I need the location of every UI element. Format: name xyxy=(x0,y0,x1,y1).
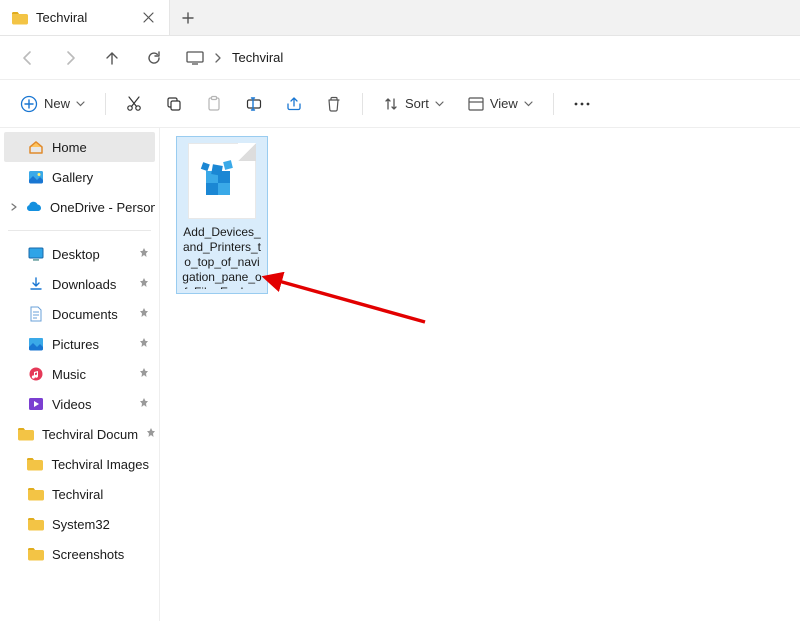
pin-icon xyxy=(139,248,149,260)
rename-button[interactable] xyxy=(236,87,272,121)
new-tab-button[interactable] xyxy=(170,0,206,35)
items-view[interactable]: Add_Devices_and_Printers_to_top_of_navig… xyxy=(160,128,800,621)
pc-icon xyxy=(186,51,204,65)
sidebar-item-label: Techviral Docum xyxy=(42,427,138,442)
separator xyxy=(553,93,554,115)
share-button[interactable] xyxy=(276,87,312,121)
chevron-right-icon[interactable] xyxy=(10,203,18,211)
onedrive-icon xyxy=(26,199,42,215)
sidebar-item-system32[interactable]: System32 xyxy=(4,509,155,539)
chevron-down-icon xyxy=(435,101,444,107)
sidebar-item-label: Music xyxy=(52,367,86,382)
tab-bar: Techviral xyxy=(0,0,800,36)
close-icon[interactable] xyxy=(139,9,157,27)
view-label: View xyxy=(490,96,518,111)
sidebar-item-videos[interactable]: Videos xyxy=(4,389,155,419)
music-icon xyxy=(28,366,44,382)
chevron-down-icon xyxy=(76,101,85,107)
annotation-arrow xyxy=(260,272,440,332)
back-button[interactable] xyxy=(12,42,44,74)
copy-button[interactable] xyxy=(156,87,192,121)
pin-icon xyxy=(139,338,149,350)
file-item-registry[interactable]: Add_Devices_and_Printers_to_top_of_navig… xyxy=(176,136,268,294)
sidebar-item-techviral-images[interactable]: Techviral Images xyxy=(4,449,155,479)
sidebar-item-techviral[interactable]: Techviral xyxy=(4,479,155,509)
separator xyxy=(362,93,363,115)
pin-icon xyxy=(139,308,149,320)
sidebar-item-label: Gallery xyxy=(52,170,93,185)
sidebar-item-pictures[interactable]: Pictures xyxy=(4,329,155,359)
paste-button[interactable] xyxy=(196,87,232,121)
pin-icon xyxy=(139,278,149,290)
sidebar-item-onedrive[interactable]: OneDrive - Persona xyxy=(4,192,155,222)
sidebar-item-desktop[interactable]: Desktop xyxy=(4,239,155,269)
sidebar-item-label: Documents xyxy=(52,307,118,322)
command-bar: New Sort View xyxy=(0,80,800,128)
downloads-icon xyxy=(28,276,44,292)
folder-icon xyxy=(28,546,44,562)
address-bar: Techviral xyxy=(0,36,800,80)
sidebar-item-label: Desktop xyxy=(52,247,100,262)
sidebar-item-music[interactable]: Music xyxy=(4,359,155,389)
tab-active[interactable]: Techviral xyxy=(0,0,170,35)
sidebar-item-label: Videos xyxy=(52,397,92,412)
tab-title: Techviral xyxy=(36,10,131,25)
forward-button[interactable] xyxy=(54,42,86,74)
sidebar-item-label: Downloads xyxy=(52,277,116,292)
folder-icon xyxy=(18,426,34,442)
desktop-icon xyxy=(28,246,44,262)
folder-icon xyxy=(27,456,43,472)
new-label: New xyxy=(44,96,70,111)
sort-label: Sort xyxy=(405,96,429,111)
sidebar-item-techviral-docum[interactable]: Techviral Docum xyxy=(4,419,155,449)
chevron-down-icon xyxy=(524,101,533,107)
home-icon xyxy=(28,139,44,155)
sidebar-item-label: OneDrive - Persona xyxy=(50,200,155,215)
sidebar-item-label: Home xyxy=(52,140,87,155)
view-button[interactable]: View xyxy=(458,87,543,121)
pin-icon xyxy=(146,428,155,440)
file-name-label: Add_Devices_and_Printers_to_top_of_navig… xyxy=(181,225,263,289)
documents-icon xyxy=(28,306,44,322)
sort-button[interactable]: Sort xyxy=(373,87,454,121)
cut-button[interactable] xyxy=(116,87,152,121)
sidebar-item-gallery[interactable]: Gallery xyxy=(4,162,155,192)
gallery-icon xyxy=(28,169,44,185)
pin-icon xyxy=(139,368,149,380)
sidebar-item-label: Screenshots xyxy=(52,547,124,562)
sidebar-item-home[interactable]: Home xyxy=(4,132,155,162)
separator xyxy=(105,93,106,115)
breadcrumb-current[interactable]: Techviral xyxy=(232,50,283,65)
new-button[interactable]: New xyxy=(10,87,95,121)
refresh-button[interactable] xyxy=(138,42,170,74)
sidebar-item-label: System32 xyxy=(52,517,110,532)
folder-icon xyxy=(28,486,44,502)
separator xyxy=(8,230,151,231)
folder-icon xyxy=(28,516,44,532)
navigation-pane: Home Gallery OneDrive - Persona Desktop D… xyxy=(0,128,160,621)
sidebar-item-label: Techviral Images xyxy=(51,457,149,472)
up-button[interactable] xyxy=(96,42,128,74)
pictures-icon xyxy=(28,336,44,352)
sidebar-item-downloads[interactable]: Downloads xyxy=(4,269,155,299)
pin-icon xyxy=(139,398,149,410)
sidebar-item-screenshots[interactable]: Screenshots xyxy=(4,539,155,569)
registry-file-icon xyxy=(188,143,256,219)
delete-button[interactable] xyxy=(316,87,352,121)
sidebar-item-label: Techviral xyxy=(52,487,103,502)
folder-icon xyxy=(12,10,28,26)
sidebar-item-label: Pictures xyxy=(52,337,99,352)
chevron-right-icon xyxy=(214,53,222,63)
more-button[interactable] xyxy=(564,87,600,121)
breadcrumb[interactable]: Techviral xyxy=(180,50,788,65)
videos-icon xyxy=(28,396,44,412)
sidebar-item-documents[interactable]: Documents xyxy=(4,299,155,329)
